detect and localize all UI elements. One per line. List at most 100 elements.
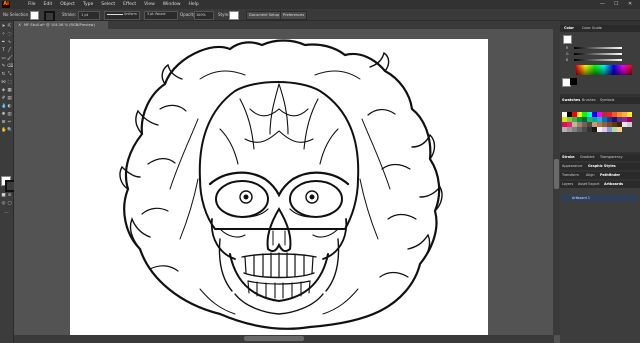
swatch[interactable] [567, 112, 572, 117]
horizontal-scrollbar[interactable] [14, 335, 554, 343]
swatch[interactable] [602, 127, 607, 132]
tab-color-guide[interactable]: Color Guide [582, 25, 602, 32]
close-tab-icon[interactable]: × [18, 21, 21, 29]
artboard-list-item[interactable]: Artboard 1 [562, 195, 638, 201]
free-transform-tool-icon[interactable]: ⬚ [7, 80, 12, 85]
maximize-button[interactable]: ☐ [614, 1, 618, 7]
line-tool-icon[interactable]: ╱ [7, 48, 12, 53]
pen-tool-icon[interactable]: ✒ [1, 40, 6, 45]
artboard-tool-icon[interactable]: ⊞ [1, 120, 6, 125]
swatch[interactable] [602, 117, 607, 122]
swatch[interactable] [587, 117, 592, 122]
swatch[interactable] [622, 122, 627, 127]
swatch[interactable] [597, 112, 602, 117]
tab-align[interactable]: Align [586, 172, 595, 179]
swatch[interactable] [607, 112, 612, 117]
edit-toolbar-icon[interactable]: ⋯ [4, 211, 9, 216]
swatch[interactable] [577, 122, 582, 127]
tab-swatches[interactable]: Swatches [562, 97, 580, 104]
swatch[interactable] [612, 122, 617, 127]
swatch[interactable] [597, 122, 602, 127]
blend-tool-icon[interactable]: ◐ [7, 104, 12, 109]
menu-help[interactable]: Help [189, 0, 199, 9]
tab-stroke[interactable]: Stroke [562, 154, 575, 161]
symbol-sprayer-tool-icon[interactable]: ✺ [1, 112, 6, 117]
swatch[interactable] [607, 117, 612, 122]
swatch[interactable] [572, 122, 577, 127]
tab-pathfinder[interactable]: Pathfinder [600, 172, 620, 179]
swatch[interactable] [627, 112, 632, 117]
minimize-button[interactable]: — [600, 1, 605, 7]
zoom-tool-icon[interactable]: 🔍 [7, 128, 13, 133]
paintbrush-tool-icon[interactable]: 🖌 [7, 56, 13, 61]
swatch[interactable] [572, 112, 577, 117]
canvas-area[interactable] [14, 29, 560, 343]
horizontal-scroll-thumb[interactable] [244, 336, 304, 341]
swatch[interactable] [597, 117, 602, 122]
type-tool-icon[interactable]: T [1, 48, 6, 53]
swatch[interactable] [612, 112, 617, 117]
magic-wand-tool-icon[interactable]: ✧ [1, 32, 6, 37]
menu-edit[interactable]: Edit [44, 0, 53, 9]
swatch[interactable] [607, 127, 612, 132]
swatch[interactable] [592, 122, 597, 127]
swatch[interactable] [572, 117, 577, 122]
swatch[interactable] [562, 117, 567, 122]
swatch[interactable] [587, 127, 592, 132]
curvature-tool-icon[interactable]: ∿ [7, 40, 12, 45]
swatch[interactable] [582, 112, 587, 117]
swatch[interactable] [602, 122, 607, 127]
swatch[interactable] [622, 112, 627, 117]
swatch[interactable] [577, 112, 582, 117]
opacity-field[interactable]: 100% [194, 11, 214, 20]
none-mode-icon[interactable]: ⊘ [7, 193, 12, 198]
graph-tool-icon[interactable]: ▥ [7, 112, 12, 117]
artboard[interactable] [70, 39, 488, 339]
menu-effect[interactable]: Effect [123, 0, 136, 9]
swatch[interactable] [592, 112, 597, 117]
screen-mode-icon[interactable]: ▢ [7, 201, 12, 206]
swatch[interactable] [607, 122, 612, 127]
document-tab[interactable]: × MF Skull.ai* @ 104.56 % (RGB/Preview) [14, 21, 108, 29]
tab-asset-export[interactable]: Asset Export [578, 181, 599, 188]
swatch[interactable] [617, 122, 622, 127]
color-mode-icon[interactable]: ■ [1, 193, 6, 198]
lasso-tool-icon[interactable]: ◌ [7, 32, 12, 37]
swatch[interactable] [602, 112, 607, 117]
blue-slider[interactable] [574, 59, 622, 61]
close-window-button[interactable]: ✕ [628, 1, 632, 7]
swatch[interactable] [612, 117, 617, 122]
swatch[interactable] [617, 127, 622, 132]
rotate-tool-icon[interactable]: ↻ [1, 72, 6, 77]
swatch[interactable] [582, 117, 587, 122]
swatch[interactable] [567, 127, 572, 132]
tab-transparency[interactable]: Transparency [600, 154, 623, 161]
swatch[interactable] [587, 112, 592, 117]
swatch[interactable] [562, 112, 567, 117]
swatch[interactable] [622, 117, 627, 122]
swatch[interactable] [582, 127, 587, 132]
swatch[interactable] [577, 127, 582, 132]
preferences-button[interactable]: Preferences [280, 11, 308, 20]
red-slider[interactable] [574, 47, 622, 49]
swatch[interactable] [572, 127, 577, 132]
swatch[interactable] [617, 112, 622, 117]
gradient-tool-icon[interactable]: ▤ [7, 96, 12, 101]
width-tool-icon[interactable]: ⋈ [1, 80, 6, 85]
tab-symbols[interactable]: Symbols [600, 97, 614, 104]
vertical-scroll-thumb[interactable] [554, 159, 559, 189]
swatch[interactable] [562, 122, 567, 127]
menu-window[interactable]: Window [163, 0, 181, 9]
swatch[interactable] [592, 117, 597, 122]
hand-tool-icon[interactable]: ✋ [1, 128, 7, 133]
green-slider[interactable] [574, 53, 622, 55]
black-swatch[interactable] [570, 78, 577, 85]
perspective-grid-tool-icon[interactable]: ▦ [7, 88, 12, 93]
slice-tool-icon[interactable]: ✂ [7, 120, 12, 125]
scale-tool-icon[interactable]: ⤡ [7, 72, 12, 77]
menu-type[interactable]: Type [83, 0, 93, 9]
tab-brushes[interactable]: Brushes [582, 97, 596, 104]
eyedropper-tool-icon[interactable]: 💧 [1, 104, 7, 109]
swatch[interactable] [627, 117, 632, 122]
swatch[interactable] [567, 122, 572, 127]
